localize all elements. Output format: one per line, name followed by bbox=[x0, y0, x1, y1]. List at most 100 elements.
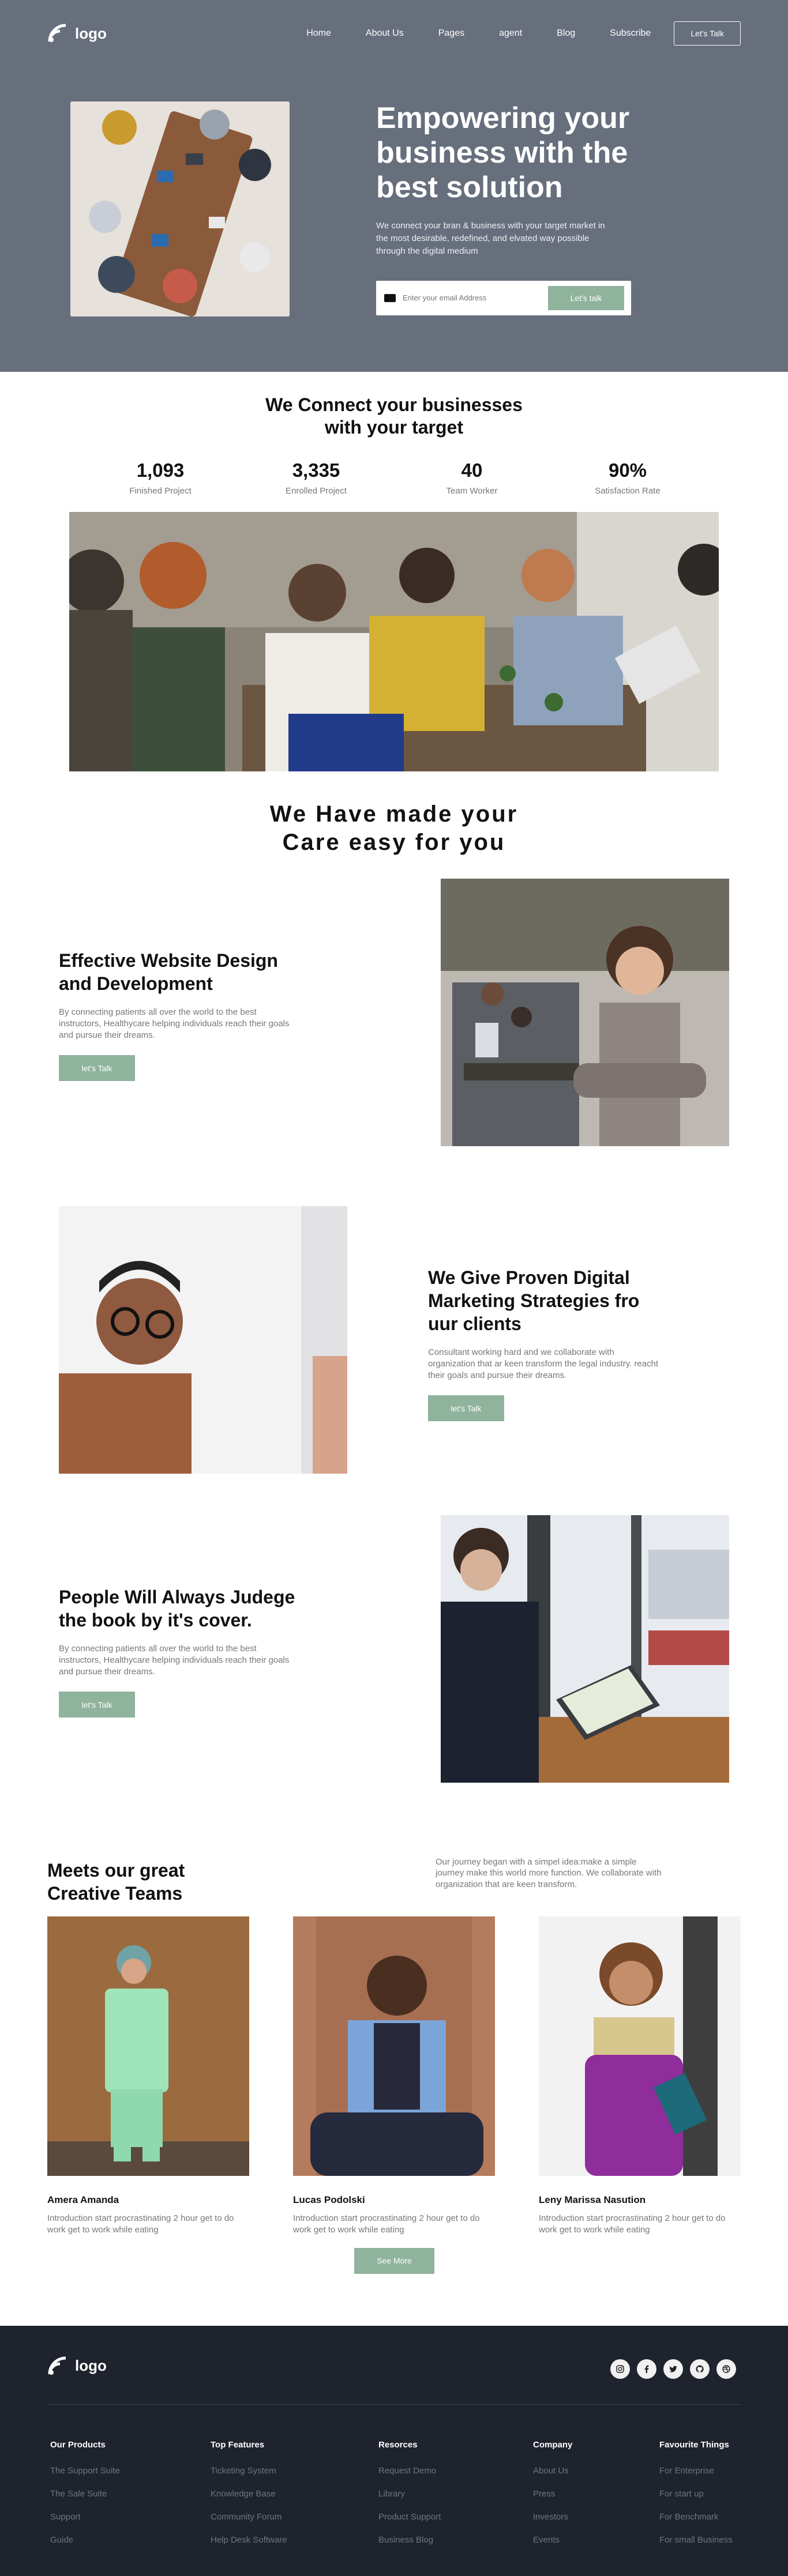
member-bio: Introduction start procrastinating 2 hou… bbox=[47, 2213, 234, 2235]
stat-value: 40 bbox=[461, 460, 483, 481]
nav-link-about[interactable]: About Us bbox=[366, 28, 404, 39]
hero-section: logo Home About Us Pages agent Blog Subs… bbox=[0, 0, 788, 372]
logo-text: logo bbox=[75, 24, 107, 42]
github-icon[interactable] bbox=[690, 2359, 710, 2379]
logo-icon bbox=[48, 2356, 66, 2375]
feature-text: Effective Website Design and Development… bbox=[59, 949, 301, 1082]
team-member-card: Lucas Podolski Introduction start procra… bbox=[293, 1916, 495, 2236]
footer-col-title: Our Products bbox=[50, 2439, 106, 2450]
connect-title-line1: We Connect your businesses bbox=[265, 394, 523, 415]
hero-title: Empowering your business with the best s… bbox=[376, 101, 630, 204]
mail-icon bbox=[384, 293, 396, 302]
footer-col-company: Company About Us Press Investors Events bbox=[533, 2440, 572, 2558]
feature-text: We Give Proven Digital Marketing Strateg… bbox=[428, 1266, 670, 1422]
connect-title-line2: with your target bbox=[324, 417, 463, 438]
feature-body: By connecting patients all over the worl… bbox=[59, 1007, 290, 1041]
hero-lets-talk-button[interactable]: Let's talk bbox=[548, 285, 624, 310]
footer-link[interactable]: Library bbox=[378, 2489, 441, 2499]
footer-col-features: Top Features Ticketing System Knowledge … bbox=[211, 2440, 287, 2558]
feature-image-man-glasses bbox=[59, 1206, 347, 1474]
care-heading-line1: We Have made your bbox=[269, 801, 519, 827]
stat-enrolled-projects: 3,335 Enrolled Project bbox=[258, 460, 374, 496]
footer-link[interactable]: Events bbox=[533, 2535, 572, 2545]
team-member-card: Amera Amanda Introduction start procrast… bbox=[47, 1916, 249, 2236]
stat-value: 3,335 bbox=[292, 460, 340, 481]
footer-link[interactable]: Community Forum bbox=[211, 2512, 287, 2522]
feature-title: People Will Always Judege the book by it… bbox=[59, 1586, 295, 1630]
footer-col-title: Resorces bbox=[378, 2439, 418, 2450]
footer-col-favourites: Favourite Things For Enterprise For star… bbox=[659, 2440, 733, 2558]
footer-link[interactable]: Guide bbox=[50, 2535, 120, 2545]
feature-digital-marketing: We Give Proven Digital Marketing Strateg… bbox=[0, 1206, 788, 1515]
teams-title: Meets our great Creative Teams bbox=[47, 1859, 185, 1904]
feature-lets-talk-button[interactable]: let's Talk bbox=[428, 1395, 504, 1422]
footer-link[interactable]: Investors bbox=[533, 2512, 572, 2522]
stat-label: Enrolled Project bbox=[286, 486, 347, 496]
connect-section: We Connect your businesses with your tar… bbox=[0, 372, 788, 772]
nav-link-subscribe[interactable]: Subscribe bbox=[610, 28, 651, 39]
footer-logo[interactable]: logo bbox=[47, 2356, 107, 2377]
logo[interactable]: logo bbox=[47, 23, 107, 44]
feature-title: Effective Website Design and Development bbox=[59, 950, 278, 994]
social-links bbox=[610, 2359, 736, 2379]
nav-link-blog[interactable]: Blog bbox=[557, 28, 575, 39]
footer-link[interactable]: The Support Suite bbox=[50, 2466, 120, 2476]
stat-label: Finished Project bbox=[129, 486, 192, 496]
footer-link[interactable]: Support bbox=[50, 2512, 120, 2522]
lets-talk-button[interactable]: Let's Talk bbox=[674, 21, 741, 46]
member-name: Leny Marissa Nasution bbox=[539, 2194, 646, 2205]
nav-link-pages[interactable]: Pages bbox=[438, 28, 464, 39]
stat-team-workers: 40 Team Worker bbox=[414, 460, 530, 496]
stat-label: Satisfaction Rate bbox=[595, 486, 661, 496]
instagram-icon[interactable] bbox=[610, 2359, 630, 2379]
feature-image-woman bbox=[441, 878, 729, 1146]
member-photo bbox=[47, 1916, 249, 2176]
teams-intro: Our journey began with a simpel idea:mak… bbox=[436, 1856, 662, 1889]
email-input[interactable] bbox=[403, 293, 548, 303]
member-bio: Introduction start procrastinating 2 hou… bbox=[539, 2213, 726, 2235]
nav-link-home[interactable]: Home bbox=[306, 28, 331, 39]
team-member-card: Leny Marissa Nasution Introduction start… bbox=[539, 1916, 741, 2236]
footer-link[interactable]: For Benchmark bbox=[659, 2512, 733, 2522]
footer-logo-text: logo bbox=[75, 2357, 107, 2375]
feature-body: Consultant working hard and we collabora… bbox=[428, 1347, 659, 1381]
see-more-button[interactable]: See More bbox=[354, 2247, 434, 2274]
footer-link[interactable]: The Sale Suite bbox=[50, 2489, 120, 2499]
footer-link[interactable]: For Enterprise bbox=[659, 2466, 733, 2476]
nav-link-agent[interactable]: agent bbox=[499, 28, 522, 39]
feature-book-cover: People Will Always Judege the book by it… bbox=[0, 1515, 788, 1824]
footer-link[interactable]: Ticketing System bbox=[211, 2466, 287, 2476]
footer-link[interactable]: For start up bbox=[659, 2489, 733, 2499]
twitter-icon[interactable] bbox=[663, 2359, 683, 2379]
footer-link[interactable]: For small Business bbox=[659, 2535, 733, 2545]
footer-col-products: Our Products The Support Suite The Sale … bbox=[50, 2440, 120, 2558]
member-photo bbox=[293, 1916, 495, 2176]
feature-image-man-laptop bbox=[441, 1515, 729, 1783]
care-heading: We Have made your Care easy for you bbox=[0, 800, 788, 857]
feature-lets-talk-button[interactable]: let's Talk bbox=[59, 1055, 135, 1082]
footer-link[interactable]: Knowledge Base bbox=[211, 2489, 287, 2499]
footer-col-resources: Resorces Request Demo Library Product Su… bbox=[378, 2440, 441, 2558]
nav-links: Home About Us Pages agent Blog Subscribe… bbox=[306, 21, 741, 46]
footer-link[interactable]: Product Support bbox=[378, 2512, 441, 2522]
feature-title: We Give Proven Digital Marketing Strateg… bbox=[428, 1267, 640, 1334]
footer-col-title: Top Features bbox=[211, 2439, 265, 2450]
footer-link[interactable]: Business Blog bbox=[378, 2535, 441, 2545]
footer-link[interactable]: Press bbox=[533, 2489, 572, 2499]
feature-body: By connecting patients all over the worl… bbox=[59, 1643, 290, 1677]
footer-col-title: Favourite Things bbox=[659, 2439, 729, 2450]
facebook-icon[interactable] bbox=[637, 2359, 656, 2379]
footer-col-title: Company bbox=[533, 2439, 573, 2450]
dribbble-icon[interactable] bbox=[716, 2359, 736, 2379]
footer-link[interactable]: About Us bbox=[533, 2466, 572, 2476]
footer-divider bbox=[47, 2404, 741, 2405]
feature-lets-talk-button[interactable]: let's Talk bbox=[59, 1692, 135, 1718]
footer-link[interactable]: Help Desk Software bbox=[211, 2535, 287, 2545]
member-bio: Introduction start procrastinating 2 hou… bbox=[293, 2213, 480, 2235]
footer-link[interactable]: Request Demo bbox=[378, 2466, 441, 2476]
member-photo bbox=[539, 1916, 741, 2176]
teams-section: Meets our great Creative Teams Our journ… bbox=[0, 1824, 788, 2285]
hero-content: Empowering your business with the best s… bbox=[376, 101, 665, 315]
hero-image bbox=[70, 101, 290, 317]
member-name: Lucas Podolski bbox=[293, 2194, 365, 2205]
